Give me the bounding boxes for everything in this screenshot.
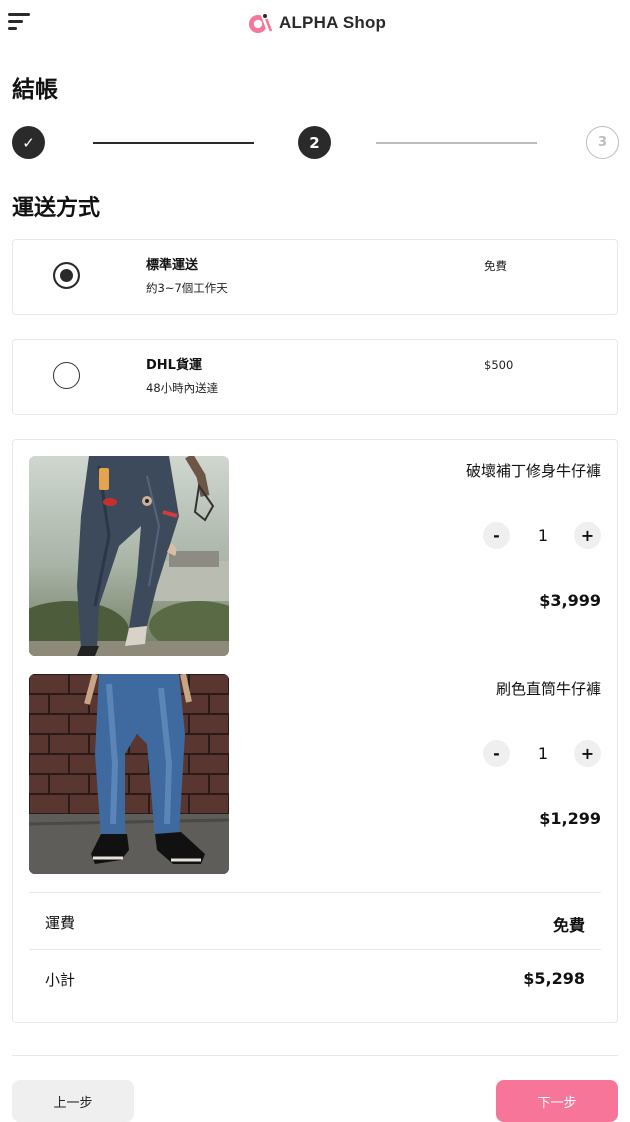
shipping-section-title: 運送方式 [12, 196, 101, 221]
quantity-value: 1 [537, 744, 549, 763]
shipping-option-dhl[interactable]: DHL貨運 48小時內送達 $500 [12, 339, 618, 415]
alpha-logo-icon [249, 12, 272, 34]
footer-divider [12, 1055, 618, 1056]
quantity-stepper: - 1 + [481, 522, 601, 550]
step-1-check-icon: ✓ [12, 126, 45, 159]
quantity-value: 1 [537, 526, 549, 545]
shipping-fee-value: 免費 [552, 916, 585, 935]
minus-button[interactable]: - [483, 522, 510, 549]
shipping-fee-label: 運費 [45, 914, 76, 932]
shipping-option-price: 免費 [484, 259, 507, 273]
product-image-straight-jeans [29, 674, 229, 874]
subtotal-value: $5,298 [523, 969, 585, 988]
shipping-option-standard[interactable]: 標準運送 約3~7個工作天 免費 [12, 239, 618, 315]
radio-selected-icon[interactable] [53, 262, 80, 289]
product-name: 刷色直筒牛仔褲 [495, 680, 601, 698]
radio-unselected-icon[interactable] [53, 362, 80, 389]
plus-button[interactable]: + [574, 740, 601, 767]
step-3-indicator: 3 [586, 126, 619, 159]
product-name: 破壞補丁修身牛仔褲 [465, 462, 601, 480]
header: ALPHA Shop [0, 0, 630, 48]
shipping-option-price: $500 [484, 358, 514, 372]
brand-name: ALPHA Shop [279, 13, 387, 32]
next-step-button[interactable]: 下一步 [496, 1080, 618, 1122]
divider [29, 892, 601, 893]
hamburger-menu-icon[interactable] [8, 13, 30, 31]
minus-button[interactable]: - [483, 740, 510, 767]
product-price: $1,299 [539, 809, 601, 828]
step-2-indicator: 2 [298, 126, 331, 159]
previous-step-button[interactable]: 上一步 [12, 1080, 134, 1122]
subtotal-label: 小計 [45, 971, 76, 989]
step-connector [93, 142, 254, 144]
shipping-option-desc: 48小時內送達 [146, 381, 219, 395]
product-image-ripped-jeans [29, 456, 229, 656]
page-title: 結帳 [12, 77, 58, 103]
divider [29, 949, 601, 950]
quantity-stepper: - 1 + [481, 740, 601, 768]
shipping-option-desc: 約3~7個工作天 [146, 281, 228, 295]
shopping-cart: 破壞補丁修身牛仔褲 - 1 + $3,999 刷色直筒牛仔褲 - 1 + $1,… [12, 439, 618, 1023]
logo[interactable]: ALPHA Shop [248, 10, 386, 36]
shipping-option-name: 標準運送 [146, 258, 199, 273]
checkout-stepper: ✓ 2 3 [0, 126, 630, 162]
product-price: $3,999 [539, 591, 601, 610]
shipping-option-name: DHL貨運 [146, 358, 202, 373]
plus-button[interactable]: + [574, 522, 601, 549]
step-connector [376, 142, 537, 144]
